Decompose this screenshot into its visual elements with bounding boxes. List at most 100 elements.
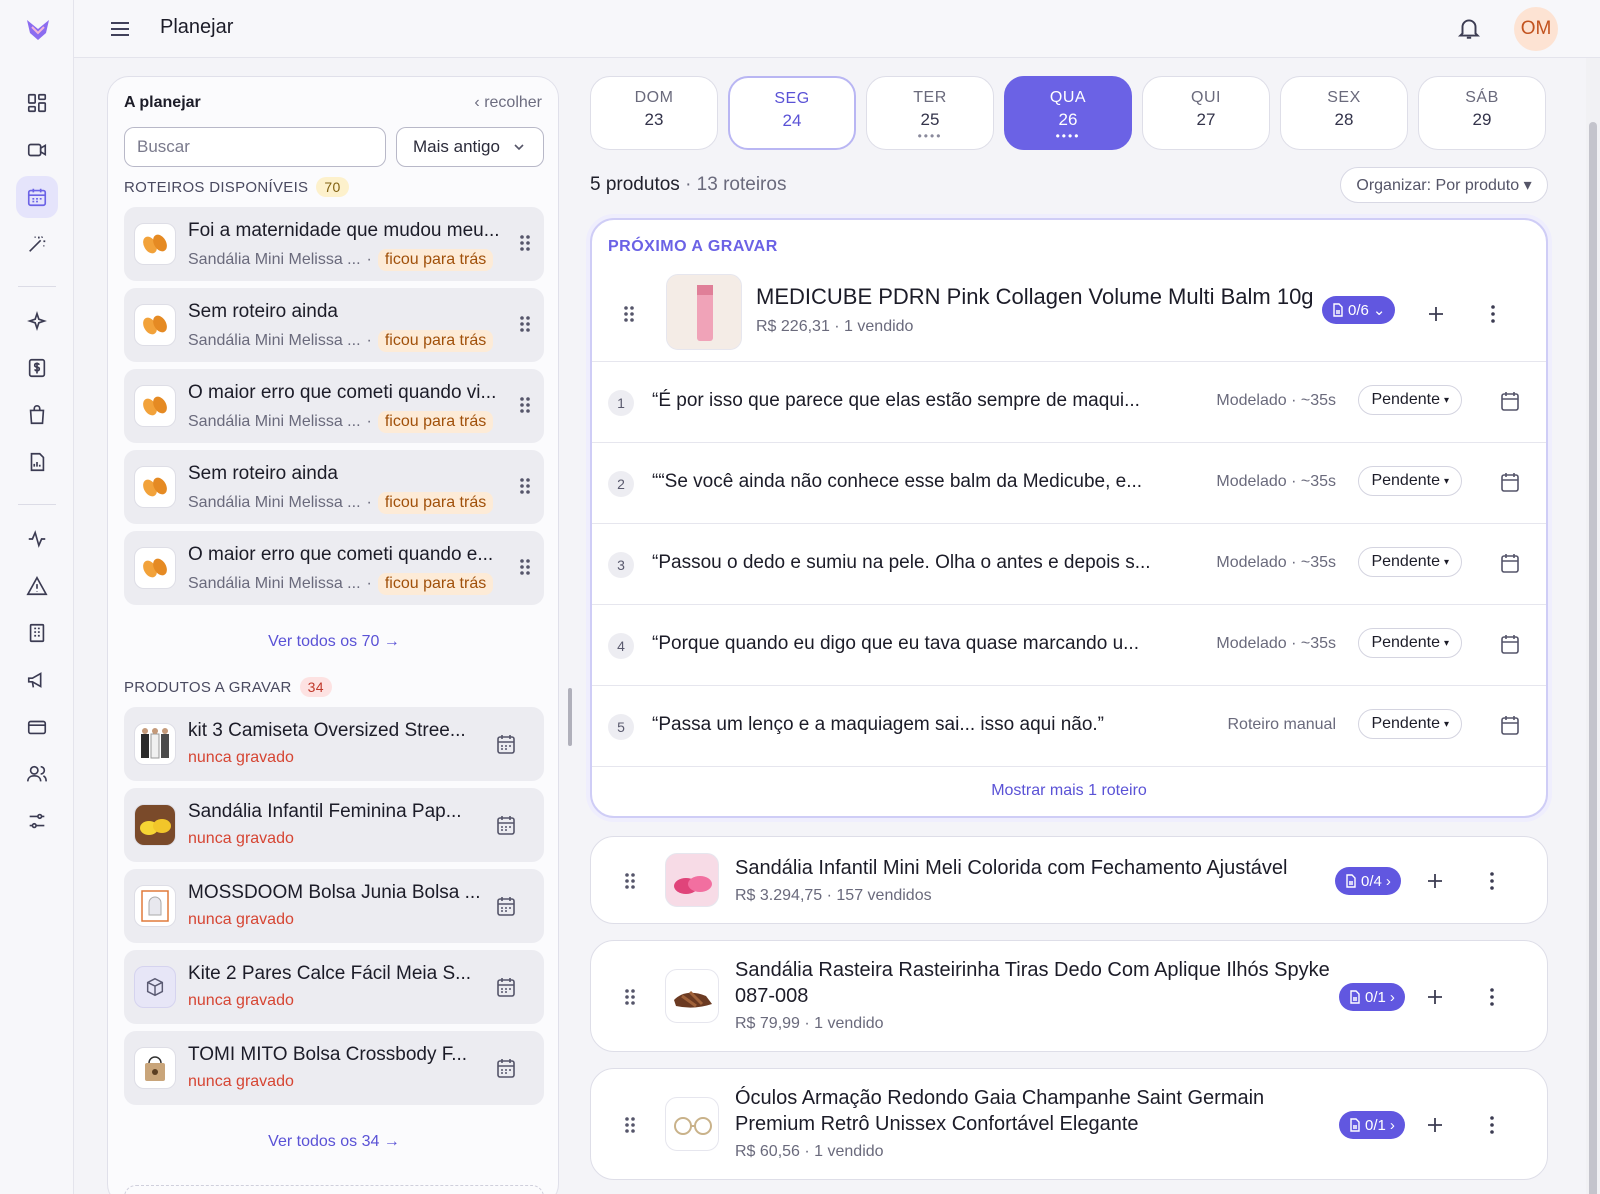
drag-handle-icon[interactable] [518, 395, 532, 415]
alert-icon[interactable] [16, 565, 58, 607]
sliders-icon[interactable] [16, 800, 58, 842]
users-icon[interactable] [16, 753, 58, 795]
drag-handle-icon[interactable] [623, 987, 637, 1007]
product-card[interactable]: kit 3 Camiseta Oversized Stree... nunca … [124, 707, 544, 781]
logo-icon[interactable] [24, 17, 52, 43]
video-icon[interactable] [16, 129, 58, 171]
script-row[interactable]: 1 “É por isso que parece que elas estão … [592, 362, 1546, 443]
organize-select[interactable]: Organizar: Por produto ▾ [1340, 167, 1548, 203]
status-select[interactable]: Pendente ▾ [1358, 709, 1462, 739]
sort-select[interactable]: Mais antigo [396, 127, 544, 167]
show-more-scripts-link[interactable]: Mostrar mais 1 roteiro [592, 782, 1546, 800]
hamburger-menu-icon[interactable] [108, 17, 132, 41]
day-tab-sex[interactable]: SEX 28 [1280, 76, 1408, 150]
caret-down-icon: ▾ [1443, 556, 1449, 568]
drag-handle-icon[interactable] [518, 314, 532, 334]
calendar-icon[interactable] [496, 814, 516, 836]
product-card[interactable]: Óculos Armação Redondo Gaia Champanhe Sa… [590, 1068, 1548, 1180]
status-select[interactable]: Pendente ▾ [1358, 466, 1462, 496]
status-select[interactable]: Pendente ▾ [1358, 547, 1462, 577]
document-icon [1350, 990, 1360, 1004]
product-card[interactable]: MOSSDOOM Bolsa Junia Bolsa ... nunca gra… [124, 869, 544, 943]
day-tab-qui[interactable]: QUI 27 [1142, 76, 1270, 150]
bell-icon[interactable] [1456, 15, 1482, 41]
script-card[interactable]: Sem roteiro ainda Sandália Mini Melissa … [124, 288, 544, 362]
calendar-icon[interactable] [496, 733, 516, 755]
calendar-icon[interactable] [1500, 552, 1520, 574]
count-badge: 70 [316, 177, 349, 197]
script-row[interactable]: 2 ““Se você ainda não conhece esse balm … [592, 443, 1546, 524]
status-select[interactable]: Pendente ▾ [1358, 385, 1462, 415]
scrollbar-thumb[interactable] [1589, 122, 1597, 1194]
late-tag: ficou para trás [377, 411, 494, 433]
add-icon[interactable] [1425, 871, 1445, 891]
script-row[interactable]: 5 “Passa um lenço e a maquiagem sai... i… [592, 686, 1546, 767]
calendar-icon[interactable] [16, 176, 58, 218]
calendar-icon[interactable] [1500, 714, 1520, 736]
script-mode: Roteiro manual [1227, 716, 1337, 733]
product-card[interactable]: Sandália Infantil Feminina Pap... nunca … [124, 788, 544, 862]
calendar-icon[interactable] [496, 976, 516, 998]
day-tab-dom[interactable]: DOM 23 [590, 76, 718, 150]
sparkles-icon[interactable] [16, 300, 58, 342]
day-tab-ter[interactable]: TER 25 •••• [866, 76, 994, 150]
drag-handle-icon[interactable] [518, 233, 532, 253]
card-icon[interactable] [16, 706, 58, 748]
scripts-progress-pill[interactable]: 0/6 ⌄ [1322, 296, 1396, 324]
dashboard-icon[interactable] [16, 82, 58, 124]
product-image [665, 1097, 719, 1151]
script-row[interactable]: 3 “Passou o dedo e sumiu na pele. Olha o… [592, 524, 1546, 605]
status-select[interactable]: Pendente ▾ [1358, 628, 1462, 658]
scripts-progress-pill[interactable]: 0/1 › [1339, 983, 1405, 1011]
drag-handle-icon[interactable] [518, 476, 532, 496]
more-options-icon[interactable] [1489, 1115, 1495, 1135]
day-tab-seg[interactable]: SEG 24 [728, 76, 856, 150]
drop-zone[interactable] [124, 1185, 544, 1194]
drag-handle-icon[interactable] [622, 304, 636, 324]
day-tab-qua[interactable]: QUA 26 •••• [1004, 76, 1132, 150]
collapse-button[interactable]: ‹ recolher [474, 94, 542, 112]
avatar[interactable]: OM [1514, 7, 1558, 51]
add-icon[interactable] [1425, 987, 1445, 1007]
more-options-icon[interactable] [1490, 304, 1496, 324]
dollar-icon[interactable] [16, 347, 58, 389]
add-icon[interactable] [1426, 304, 1446, 324]
script-row[interactable]: 4 “Porque quando eu digo que eu tava qua… [592, 605, 1546, 686]
more-options-icon[interactable] [1489, 871, 1495, 891]
scripts-progress-pill[interactable]: 0/4 › [1335, 867, 1401, 895]
scrollbar[interactable] [1586, 58, 1600, 1194]
script-card[interactable]: O maior erro que cometi quando vi... San… [124, 369, 544, 443]
calendar-icon[interactable] [1500, 633, 1520, 655]
drag-handle-icon[interactable] [623, 871, 637, 891]
calendar-icon[interactable] [496, 895, 516, 917]
script-card[interactable]: O maior erro que cometi quando e... Sand… [124, 531, 544, 605]
report-icon[interactable] [16, 441, 58, 483]
panel-resize-handle[interactable] [568, 688, 572, 746]
more-options-icon[interactable] [1489, 987, 1495, 1007]
script-card[interactable]: Foi a maternidade que mudou meu... Sandá… [124, 207, 544, 281]
calendar-icon[interactable] [496, 1057, 516, 1079]
magic-wand-icon[interactable] [16, 223, 58, 265]
product-image [665, 853, 719, 907]
add-icon[interactable] [1425, 1115, 1445, 1135]
drag-handle-icon[interactable] [623, 1115, 637, 1135]
product-card[interactable]: Sandália Rasteira Rasteirinha Tiras Dedo… [590, 940, 1548, 1052]
product-card[interactable]: Kite 2 Pares Calce Fácil Meia S... nunca… [124, 950, 544, 1024]
shopping-bag-icon[interactable] [16, 394, 58, 436]
late-tag: ficou para trás [377, 249, 494, 271]
late-tag: ficou para trás [377, 330, 494, 352]
see-all-products-link[interactable]: Ver todos os 34 → [108, 1133, 560, 1151]
activity-icon[interactable] [16, 518, 58, 560]
drag-handle-icon[interactable] [518, 557, 532, 577]
product-card[interactable]: Sandália Infantil Mini Meli Colorida com… [590, 836, 1548, 924]
scripts-progress-pill[interactable]: 0/1 › [1339, 1111, 1405, 1139]
megaphone-icon[interactable] [16, 659, 58, 701]
see-all-scripts-link[interactable]: Ver todos os 70 → [108, 633, 560, 651]
product-card[interactable]: TOMI MITO Bolsa Crossbody F... nunca gra… [124, 1031, 544, 1105]
calendar-icon[interactable] [1500, 390, 1520, 412]
script-card[interactable]: Sem roteiro ainda Sandália Mini Melissa … [124, 450, 544, 524]
calendar-icon[interactable] [1500, 471, 1520, 493]
search-input[interactable] [124, 127, 386, 167]
day-tab-sab[interactable]: SÁB 29 [1418, 76, 1546, 150]
building-icon[interactable] [16, 612, 58, 654]
